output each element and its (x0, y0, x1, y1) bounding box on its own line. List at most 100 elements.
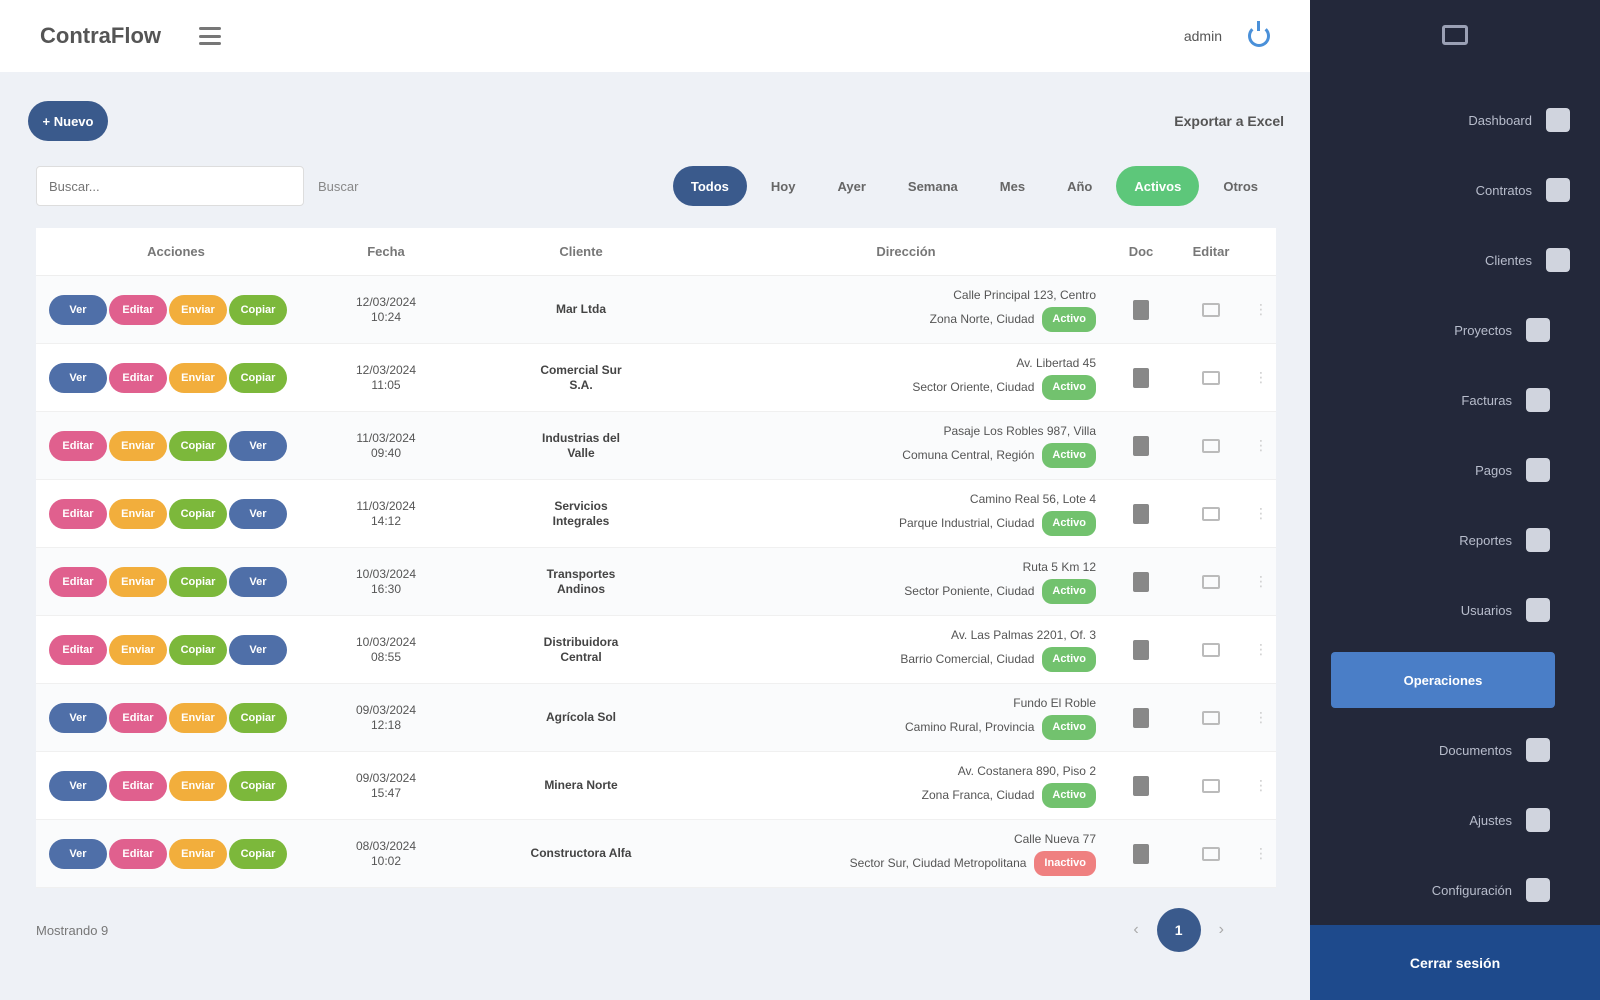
action-chip[interactable]: Enviar (109, 498, 167, 529)
filter-chip[interactable]: Mes (982, 166, 1043, 206)
action-chip[interactable]: Ver (49, 702, 107, 733)
page-button[interactable]: 1 (1156, 908, 1201, 952)
filter-chip[interactable]: Todos (672, 166, 747, 206)
edit-icon[interactable] (1202, 710, 1220, 725)
action-chip[interactable]: Copiar (229, 362, 287, 393)
column-header[interactable]: Fecha (316, 244, 456, 259)
edit-icon[interactable] (1202, 506, 1220, 521)
action-chip[interactable]: Enviar (169, 294, 227, 325)
action-chip[interactable]: Copiar (229, 702, 287, 733)
prev-page-icon[interactable]: ‹ (1133, 921, 1138, 939)
sidebar-item[interactable]: Reportes (1310, 505, 1600, 575)
filter-chip[interactable]: Ayer (819, 166, 883, 206)
window-icon[interactable] (1442, 25, 1468, 45)
document-icon[interactable] (1133, 707, 1149, 728)
more-icon[interactable]: ⋮ (1246, 369, 1276, 386)
edit-icon[interactable] (1202, 574, 1220, 589)
menu-icon[interactable] (199, 27, 221, 45)
action-chip[interactable]: Editar (109, 770, 167, 801)
action-chip[interactable]: Copiar (229, 294, 287, 325)
action-chip[interactable]: Ver (229, 634, 287, 665)
action-chip[interactable]: Editar (49, 498, 107, 529)
column-header[interactable]: Acciones (36, 244, 316, 259)
action-chip[interactable]: Ver (229, 430, 287, 461)
document-icon[interactable] (1133, 843, 1149, 864)
sidebar-item-active[interactable]: Operaciones (1310, 645, 1600, 715)
column-header[interactable]: Editar (1176, 244, 1246, 259)
action-chip[interactable]: Editar (49, 566, 107, 597)
power-icon[interactable] (1248, 21, 1270, 47)
table-row[interactable]: Ver Editar Enviar Copiar 08/03/2024 10:02 Con… (36, 820, 1276, 888)
action-chip[interactable]: Copiar (169, 634, 227, 665)
action-chip[interactable]: Ver (229, 566, 287, 597)
sidebar-item[interactable]: Contratos (1310, 155, 1600, 225)
action-chip[interactable]: Enviar (109, 430, 167, 461)
document-icon[interactable] (1133, 639, 1149, 660)
sidebar-item[interactable]: Dashboard (1310, 85, 1600, 155)
table-row[interactable]: Ver Editar Enviar Copiar 09/03/2024 15:47 Min… (36, 752, 1276, 820)
more-icon[interactable]: ⋮ (1246, 437, 1276, 454)
export-link[interactable]: Exportar a Excel (1174, 113, 1284, 129)
search-button[interactable]: Buscar (318, 179, 358, 194)
more-icon[interactable]: ⋮ (1246, 709, 1276, 726)
document-icon[interactable] (1133, 299, 1149, 320)
more-icon[interactable]: ⋮ (1246, 505, 1276, 522)
table-row[interactable]: Ver Editar Enviar Copiar 12/03/2024 10:24 Mar… (36, 276, 1276, 344)
table-row[interactable]: Ver Editar Enviar Copiar 09/03/2024 12:18 Agr… (36, 684, 1276, 752)
user-name[interactable]: admin (1184, 28, 1222, 44)
edit-icon[interactable] (1202, 846, 1220, 861)
action-chip[interactable]: Ver (49, 838, 107, 869)
filter-chip[interactable]: Año (1049, 166, 1110, 206)
action-chip[interactable]: Enviar (169, 838, 227, 869)
sidebar-item[interactable]: Usuarios (1310, 575, 1600, 645)
document-icon[interactable] (1133, 503, 1149, 524)
edit-icon[interactable] (1202, 642, 1220, 657)
action-chip[interactable]: Copiar (169, 430, 227, 461)
more-icon[interactable]: ⋮ (1246, 845, 1276, 862)
edit-icon[interactable] (1202, 302, 1220, 317)
edit-icon[interactable] (1202, 778, 1220, 793)
document-icon[interactable] (1133, 571, 1149, 592)
edit-icon[interactable] (1202, 370, 1220, 385)
table-row[interactable]: Editar Enviar Copiar Ver 10/03/2024 08:55 Dis… (36, 616, 1276, 684)
sidebar-item[interactable]: Clientes (1310, 225, 1600, 295)
next-page-icon[interactable]: › (1219, 921, 1224, 939)
column-header[interactable]: Dirección (706, 244, 1106, 259)
action-chip[interactable]: Enviar (109, 634, 167, 665)
filter-chip[interactable]: Hoy (753, 166, 814, 206)
action-chip[interactable]: Ver (49, 770, 107, 801)
sidebar-item[interactable]: Ajustes (1310, 785, 1600, 855)
action-chip[interactable]: Enviar (109, 566, 167, 597)
action-chip[interactable]: Editar (109, 702, 167, 733)
table-row[interactable]: Editar Enviar Copiar Ver 10/03/2024 16:30 Tra… (36, 548, 1276, 616)
action-chip[interactable]: Editar (49, 634, 107, 665)
new-button[interactable]: + Nuevo (28, 101, 108, 141)
filter-chip[interactable]: Otros (1205, 166, 1276, 206)
table-row[interactable]: Editar Enviar Copiar Ver 11/03/2024 14:12 Ser… (36, 480, 1276, 548)
search-input[interactable] (36, 166, 304, 206)
sidebar-item[interactable]: Documentos (1310, 715, 1600, 785)
more-icon[interactable]: ⋮ (1246, 777, 1276, 794)
action-chip[interactable]: Editar (49, 430, 107, 461)
edit-icon[interactable] (1202, 438, 1220, 453)
table-row[interactable]: Editar Enviar Copiar Ver 11/03/2024 09:40 Ind… (36, 412, 1276, 480)
more-icon[interactable]: ⋮ (1246, 301, 1276, 318)
action-chip[interactable]: Enviar (169, 702, 227, 733)
action-chip[interactable]: Enviar (169, 362, 227, 393)
action-chip[interactable]: Ver (49, 294, 107, 325)
action-chip[interactable]: Copiar (229, 770, 287, 801)
filter-chip[interactable]: Semana (890, 166, 976, 206)
action-chip[interactable]: Editar (109, 838, 167, 869)
action-chip[interactable]: Ver (229, 498, 287, 529)
action-chip[interactable]: Editar (109, 294, 167, 325)
action-chip[interactable]: Ver (49, 362, 107, 393)
action-chip[interactable]: Copiar (229, 838, 287, 869)
document-icon[interactable] (1133, 775, 1149, 796)
action-chip[interactable]: Copiar (169, 566, 227, 597)
action-chip[interactable]: Enviar (169, 770, 227, 801)
document-icon[interactable] (1133, 435, 1149, 456)
sidebar-item[interactable]: Proyectos (1310, 295, 1600, 365)
sidebar-item[interactable]: Pagos (1310, 435, 1600, 505)
action-chip[interactable]: Copiar (169, 498, 227, 529)
filter-chip[interactable]: Activos (1116, 166, 1200, 206)
